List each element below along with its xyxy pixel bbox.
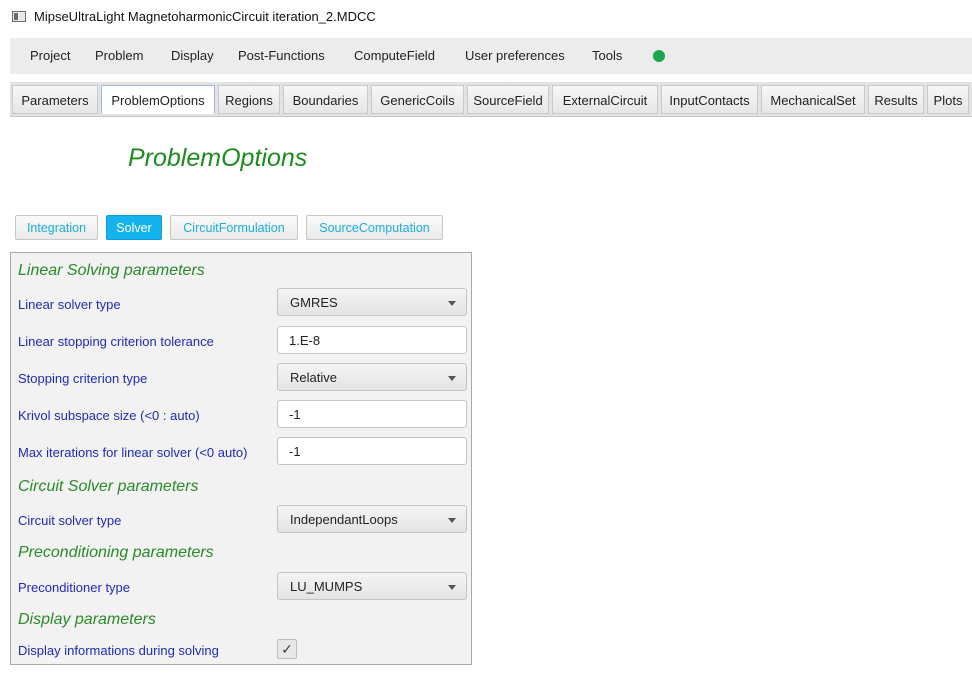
menu-computefield[interactable]: ComputeField [354, 48, 435, 63]
stopping-criterion-type-select[interactable]: Relative [277, 363, 467, 391]
tab-sourcefield[interactable]: SourceField [467, 85, 549, 114]
menu-display[interactable]: Display [171, 48, 214, 63]
preconditioner-type-select[interactable]: LU_MUMPS [277, 572, 467, 600]
tab-boundaries[interactable]: Boundaries [283, 85, 368, 114]
tab-inputcontacts[interactable]: InputContacts [661, 85, 758, 114]
tab-parameters[interactable]: Parameters [12, 85, 98, 114]
subtab-solver[interactable]: Solver [106, 215, 162, 240]
menu-tools[interactable]: Tools [592, 48, 622, 63]
chevron-down-icon [448, 585, 456, 590]
subtab-sourcecomputation[interactable]: SourceComputation [306, 215, 443, 240]
section-display: Display parameters [18, 611, 156, 628]
status-indicator-icon [653, 50, 665, 62]
tab-externalcircuit[interactable]: ExternalCircuit [552, 85, 658, 114]
stopping-criterion-type-value: Relative [290, 370, 337, 385]
app-window-icon [12, 11, 26, 22]
tolerance-input[interactable] [277, 326, 467, 354]
tab-problemoptions[interactable]: ProblemOptions [101, 85, 215, 114]
linear-solver-type-value: GMRES [290, 295, 338, 310]
menu-project[interactable]: Project [30, 48, 70, 63]
tolerance-label: Linear stopping criterion tolerance [18, 334, 214, 349]
section-circuit-solver: Circuit Solver parameters [18, 478, 199, 495]
window-title: MipseUltraLight MagnetoharmonicCircuit i… [34, 9, 376, 24]
krylov-size-input[interactable] [277, 400, 467, 428]
menu-post-functions[interactable]: Post-Functions [238, 48, 325, 63]
max-iterations-input[interactable] [277, 437, 467, 465]
chevron-down-icon [448, 376, 456, 381]
linear-solver-type-label: Linear solver type [18, 297, 121, 312]
tab-results[interactable]: Results [868, 85, 924, 114]
tab-genericcoils[interactable]: GenericCoils [371, 85, 464, 114]
menu-problem[interactable]: Problem [95, 48, 143, 63]
menu-user-preferences[interactable]: User preferences [465, 48, 565, 63]
tab-mechanicalset[interactable]: MechanicalSet [761, 85, 865, 114]
preconditioner-type-label: Preconditioner type [18, 580, 131, 595]
display-info-checkbox[interactable]: ✓ [277, 639, 297, 659]
max-iterations-label: Max iterations for linear solver (<0 aut… [18, 445, 248, 460]
subtab-circuitformulation[interactable]: CircuitFormulation [170, 215, 298, 240]
tab-plots[interactable]: Plots [927, 85, 969, 114]
tab-regions[interactable]: Regions [218, 85, 280, 114]
chevron-down-icon [448, 301, 456, 306]
title-bar: MipseUltraLight MagnetoharmonicCircuit i… [0, 0, 972, 34]
linear-solver-type-select[interactable]: GMRES [277, 288, 467, 316]
preconditioner-type-value: LU_MUMPS [290, 579, 363, 594]
subtab-integration[interactable]: Integration [15, 215, 98, 240]
circuit-solver-type-value: IndependantLoops [290, 512, 398, 527]
circuit-solver-type-select[interactable]: IndependantLoops [277, 505, 467, 533]
krylov-size-label: Krivol subspace size (<0 : auto) [18, 408, 200, 423]
circuit-solver-type-label: Circuit solver type [18, 513, 122, 528]
solver-settings-panel: Linear Solving parameters Linear solver … [10, 252, 472, 665]
page-title: ProblemOptions [128, 144, 308, 172]
checkmark-icon: ✓ [281, 641, 293, 657]
chevron-down-icon [448, 518, 456, 523]
main-tab-bar: Parameters ProblemOptions Regions Bounda… [10, 82, 972, 117]
stopping-criterion-type-label: Stopping criterion type [18, 371, 148, 386]
display-info-label: Display informations during solving [18, 643, 219, 658]
section-preconditioning: Preconditioning parameters [18, 544, 214, 561]
section-linear-solving: Linear Solving parameters [18, 262, 205, 279]
menu-bar: Project Problem Display Post-Functions C… [10, 38, 972, 74]
